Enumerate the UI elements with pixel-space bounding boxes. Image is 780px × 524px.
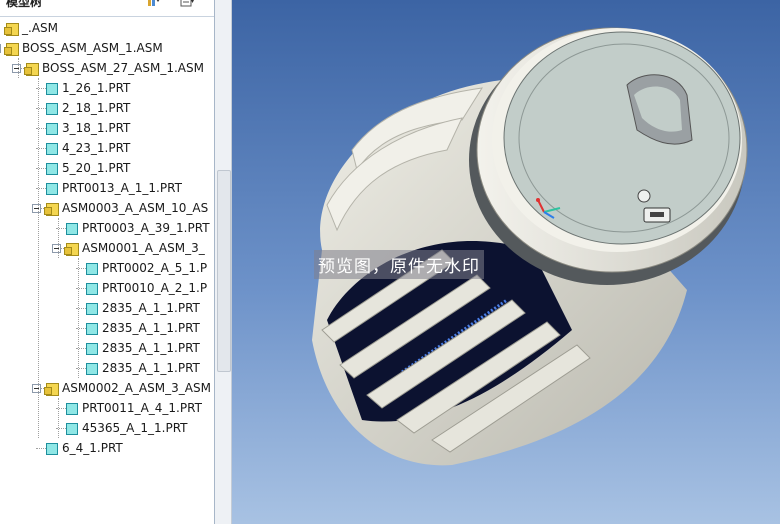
part-icon xyxy=(66,223,78,235)
tree-node-label: _.ASM xyxy=(22,21,58,35)
tree-node[interactable]: BOSS_ASM_ASM_1.ASM xyxy=(0,38,212,58)
part-icon xyxy=(46,83,58,95)
part-icon xyxy=(86,283,98,295)
assembly-icon xyxy=(64,243,79,256)
expand-toggle-icon[interactable] xyxy=(32,204,41,213)
tree-node[interactable]: 5_20_1.PRT xyxy=(0,158,212,178)
part-icon xyxy=(86,303,98,315)
tree-node-label: BOSS_ASM_27_ASM_1.ASM xyxy=(42,61,204,75)
tree-scrollbar[interactable] xyxy=(217,170,231,372)
tree-node-label: 2835_A_1_1.PRT xyxy=(102,341,200,355)
graphics-viewport[interactable]: 预览图，原件无水印 xyxy=(232,0,780,524)
part-icon xyxy=(66,403,78,415)
tree-node-label: 2_18_1.PRT xyxy=(62,101,131,115)
part-icon xyxy=(86,343,98,355)
tree-node-label: 6_4_1.PRT xyxy=(62,441,123,455)
preview-watermark: 预览图，原件无水印 xyxy=(314,250,484,279)
tree-node[interactable]: ASM0002_A_ASM_3_ASM xyxy=(0,378,212,398)
part-icon xyxy=(46,123,58,135)
tree-node-label: PRT0010_A_2_1.P xyxy=(102,281,208,295)
part-icon xyxy=(86,323,98,335)
tree-node-label: ASM0003_A_ASM_10_AS xyxy=(62,201,209,215)
part-icon xyxy=(86,363,98,375)
model-tree: _.ASM BOSS_ASM_ASM_1.ASM BOSS_ASM_27_ASM_1… xyxy=(0,18,212,524)
tree-node[interactable]: PRT0010_A_2_1.P xyxy=(0,278,212,298)
tree-node-label: 2835_A_1_1.PRT xyxy=(102,321,200,335)
tree-node[interactable]: 2835_A_1_1.PRT xyxy=(0,358,212,378)
tree-guide-line xyxy=(38,78,39,438)
tree-node[interactable]: 2835_A_1_1.PRT xyxy=(0,338,212,358)
tree-node-label: 4_23_1.PRT xyxy=(62,141,131,155)
tree-node[interactable]: 2835_A_1_1.PRT xyxy=(0,318,212,338)
tree-node-label: BOSS_ASM_ASM_1.ASM xyxy=(22,41,163,55)
tree-node[interactable]: _.ASM xyxy=(0,18,212,38)
part-icon xyxy=(46,103,58,115)
tree-node[interactable]: PRT0003_A_39_1.PRT xyxy=(0,218,212,238)
tree-node[interactable]: BOSS_ASM_27_ASM_1.ASM xyxy=(0,58,212,78)
tree-node[interactable]: PRT0002_A_5_1.P xyxy=(0,258,212,278)
tree-node-label: PRT0011_A_4_1.PRT xyxy=(82,401,202,415)
tree-node[interactable]: PRT0011_A_4_1.PRT xyxy=(0,398,212,418)
tree-node[interactable]: 4_23_1.PRT xyxy=(0,138,212,158)
tree-node[interactable]: 3_18_1.PRT xyxy=(0,118,212,138)
end-cap xyxy=(469,27,748,285)
expand-toggle-icon[interactable] xyxy=(52,244,61,253)
assembly-icon xyxy=(24,63,39,76)
assembly-icon xyxy=(44,383,59,396)
tree-node-label: PRT0002_A_5_1.P xyxy=(102,261,208,275)
assembly-icon xyxy=(4,23,19,36)
tree-settings-icon[interactable] xyxy=(180,0,194,8)
tree-filter-icon[interactable] xyxy=(146,0,160,8)
tree-node[interactable]: 6_4_1.PRT xyxy=(0,438,212,458)
tree-node[interactable]: 45365_A_1_1.PRT xyxy=(0,418,212,438)
tree-node-label: 2835_A_1_1.PRT xyxy=(102,361,200,375)
tree-node[interactable]: PRT0013_A_1_1.PRT xyxy=(0,178,212,198)
part-icon xyxy=(66,423,78,435)
model-tree-panel: 模型树 _.ASM BOSS_ASM_ASM_1.ASM BOSS_ASM_27_A… xyxy=(0,0,215,524)
tree-node[interactable]: 2835_A_1_1.PRT xyxy=(0,298,212,318)
tree-node-label: 2835_A_1_1.PRT xyxy=(102,301,200,315)
tree-connector xyxy=(36,448,46,449)
tree-node-label: ASM0001_A_ASM_3_ xyxy=(82,241,205,255)
tree-guide-line xyxy=(78,258,79,378)
tree-guide-line xyxy=(18,58,19,78)
tree-node[interactable]: ASM0003_A_ASM_10_AS xyxy=(0,198,212,218)
expand-toggle-icon[interactable] xyxy=(12,64,21,73)
part-icon xyxy=(46,163,58,175)
assembly-icon xyxy=(44,203,59,216)
tree-node-label: PRT0013_A_1_1.PRT xyxy=(62,181,182,195)
expand-toggle-icon[interactable] xyxy=(0,44,1,53)
part-icon xyxy=(86,263,98,275)
panel-title: 模型树 xyxy=(6,0,43,9)
tree-node-label: ASM0002_A_ASM_3_ASM xyxy=(62,381,211,395)
tree-guide-line xyxy=(58,398,59,438)
part-icon xyxy=(46,143,58,155)
expand-toggle-icon[interactable] xyxy=(32,384,41,393)
part-icon xyxy=(46,443,58,455)
tree-node-label: 5_20_1.PRT xyxy=(62,161,131,175)
tree-node-label: 3_18_1.PRT xyxy=(62,121,131,135)
tree-node[interactable]: ASM0001_A_ASM_3_ xyxy=(0,238,212,258)
tree-node-label: 45365_A_1_1.PRT xyxy=(82,421,188,435)
tree-node[interactable]: 1_26_1.PRT xyxy=(0,78,212,98)
tree-guide-line xyxy=(58,218,59,258)
part-icon xyxy=(46,183,58,195)
tree-node-label: PRT0003_A_39_1.PRT xyxy=(82,221,210,235)
assembly-icon xyxy=(4,43,19,56)
panel-header: 模型树 xyxy=(0,0,214,17)
tree-node[interactable]: 2_18_1.PRT xyxy=(0,98,212,118)
tree-node-label: 1_26_1.PRT xyxy=(62,81,131,95)
